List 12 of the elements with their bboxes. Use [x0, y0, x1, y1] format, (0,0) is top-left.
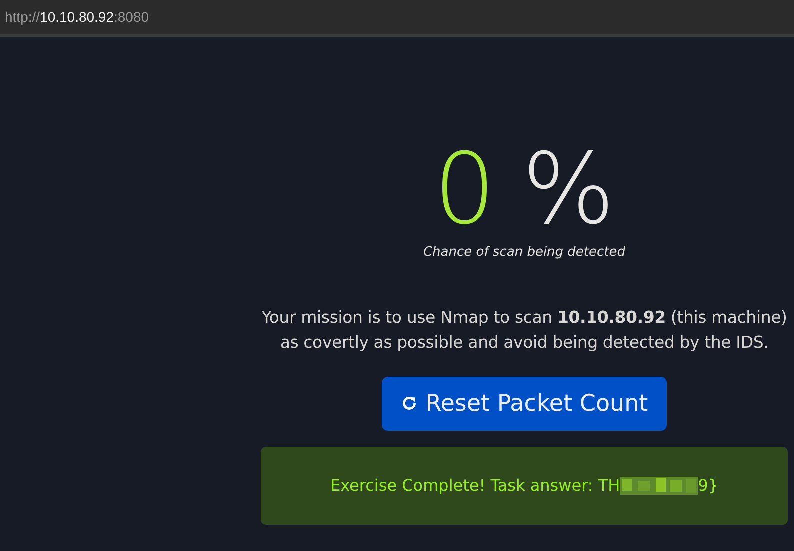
url-host: 10.10.80.92	[40, 8, 114, 26]
detection-percentage: 0	[434, 133, 496, 247]
refresh-icon	[400, 395, 418, 412]
percent-sign: %	[522, 133, 616, 247]
answer-suffix: 9}	[698, 475, 719, 498]
answer-text: Exercise Complete! Task answer: TH	[330, 475, 620, 498]
address-bar[interactable]: http://10.10.80.92:8080	[0, 0, 794, 37]
mission-text: Your mission is to use Nmap to scan 10.10.80.92 (this machine) as covertly as possible and avoid being detected by the IDS.	[261, 306, 788, 354]
reset-button[interactable]: Reset Packet Count	[382, 376, 668, 432]
url-port: :8080	[114, 8, 150, 26]
url-scheme: http://	[5, 8, 40, 27]
detection-caption: Chance of scan being detected	[422, 244, 627, 262]
